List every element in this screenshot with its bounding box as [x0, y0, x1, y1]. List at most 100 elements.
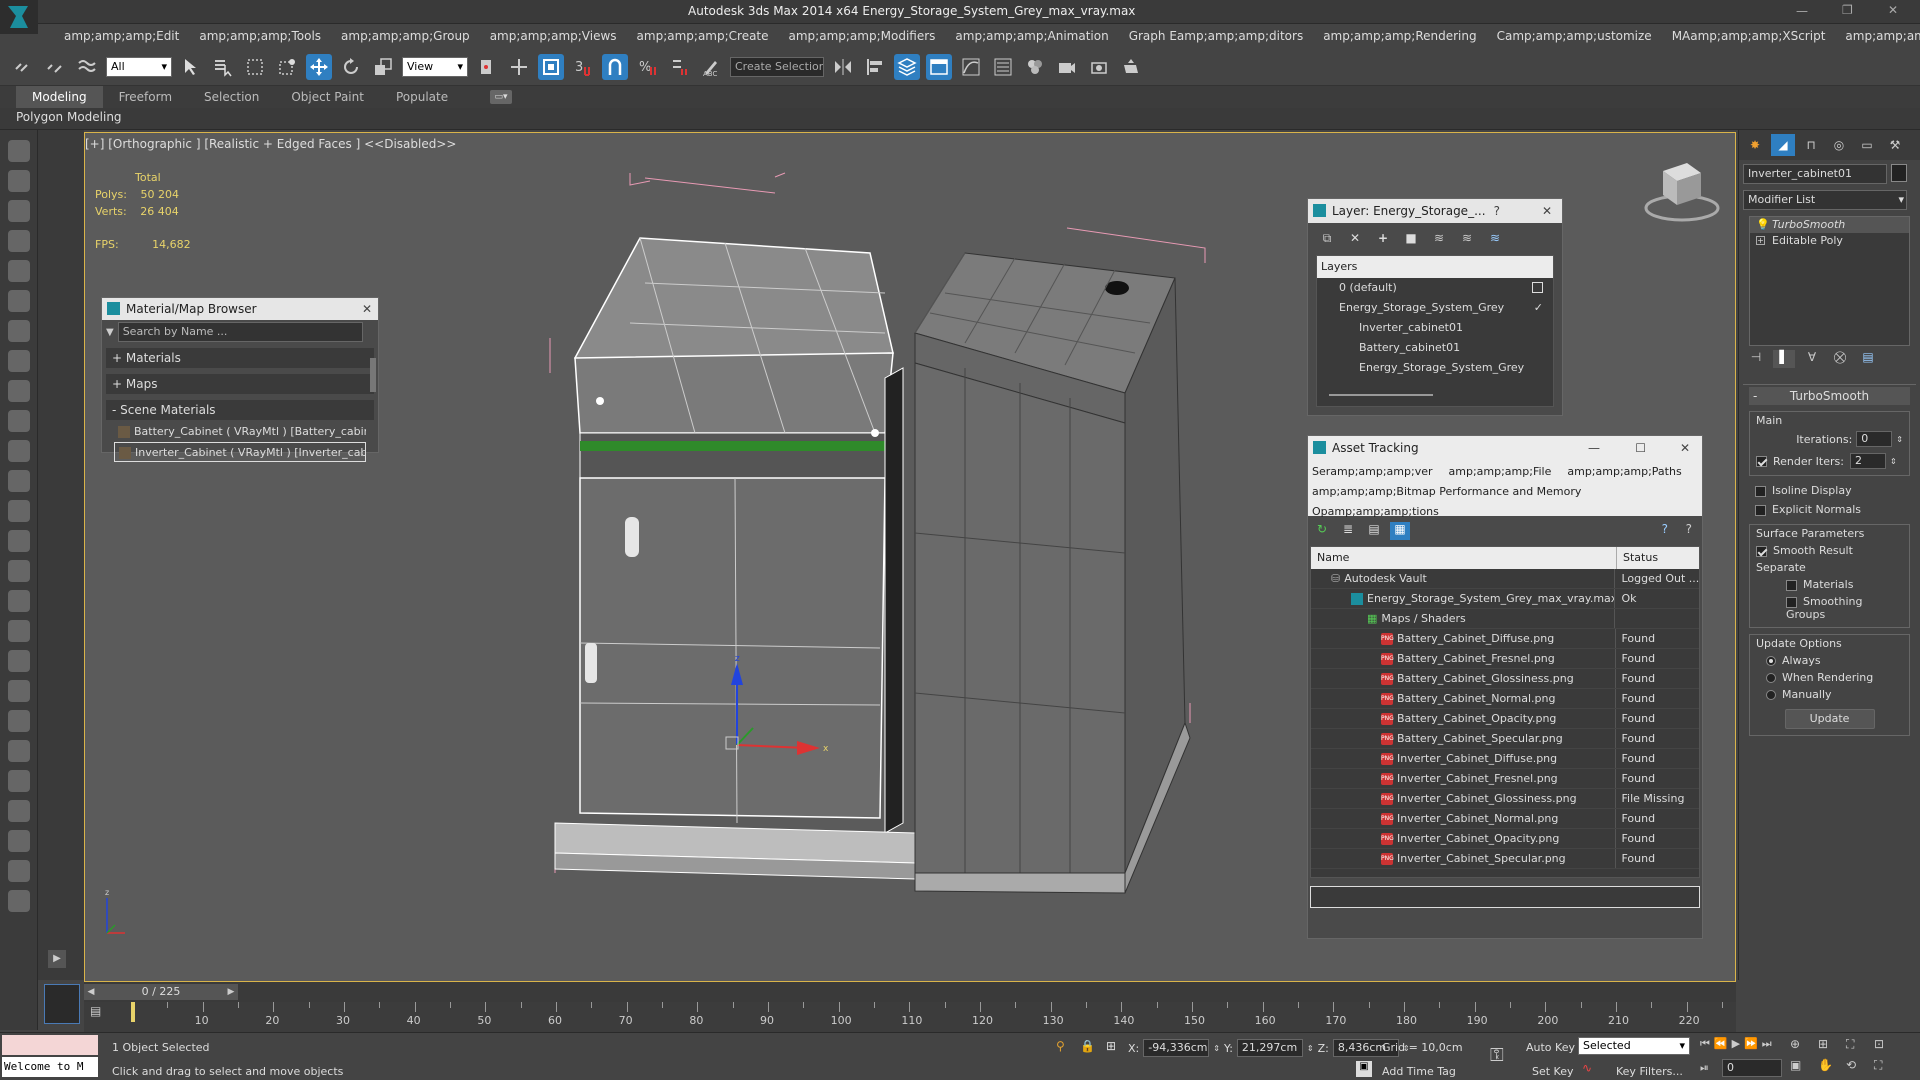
selection-filter-dropdown[interactable]: All ▾ — [106, 57, 172, 77]
battery-cabinet-model[interactable] — [914, 252, 1191, 894]
configure-modifier-sets-icon[interactable]: ▤ — [1857, 350, 1879, 368]
highlight-layer-icon[interactable]: ≋ — [1428, 227, 1450, 249]
hair-icon[interactable] — [7, 740, 30, 762]
layer-dialog-close-icon[interactable]: ✕ — [1542, 199, 1552, 223]
named-selection-sets-dropdown[interactable]: Create Selection Se▾ — [730, 57, 824, 77]
selection-lock-icon[interactable]: 🔒 — [1080, 1039, 1095, 1053]
key-filter-curve-icon[interactable]: ∿ — [1582, 1061, 1592, 1075]
update-manually-radio[interactable] — [1766, 690, 1776, 700]
play-icon[interactable]: ▶ — [1732, 1037, 1740, 1051]
lightbulb-icon[interactable]: 💡 — [1756, 217, 1770, 233]
menu-item[interactable]: amp;amp;amp;Group — [331, 24, 480, 48]
sphere-icon[interactable] — [7, 800, 30, 822]
asset-row[interactable]: PNG Inverter_Cabinet_Normal.png Found — [1311, 809, 1699, 829]
ribbon-tab[interactable]: Modeling — [16, 86, 103, 108]
layer-object-battery[interactable]: Battery_cabinet01 — [1317, 338, 1553, 358]
rectangular-selection-icon[interactable] — [242, 54, 268, 80]
material-editor-icon[interactable] — [1022, 54, 1048, 80]
object-name-input[interactable]: Inverter_cabinet01 — [1743, 164, 1887, 184]
asset-menu-item[interactable]: Seramp;amp;amp;ver — [1312, 462, 1433, 482]
time-slider-thumb[interactable]: 0 / 225 — [98, 984, 224, 1000]
asset-row[interactable]: Energy_Storage_System_Grey_max_vray.max O… — [1311, 589, 1699, 609]
table-view-icon[interactable]: ▤ — [1364, 522, 1384, 540]
material-browser-scrollbar[interactable] — [370, 358, 376, 392]
menu-item[interactable]: amp;amp;amp;Edit — [54, 24, 189, 48]
menu-item[interactable]: amp;amp;amp;Modifiers — [779, 24, 946, 48]
asset-maximize-icon[interactable]: ☐ — [1635, 436, 1646, 460]
current-frame-input[interactable]: 0 — [1722, 1059, 1782, 1077]
smooth-result-checkbox[interactable] — [1756, 545, 1767, 557]
separate-smoothing-groups-checkbox[interactable] — [1786, 596, 1797, 608]
layer-manager-icon[interactable] — [894, 54, 920, 80]
menu-item[interactable]: Camp;amp;amp;ustomize — [1487, 24, 1662, 48]
app-logo[interactable] — [0, 0, 38, 34]
ribbon-tab[interactable]: Populate — [380, 86, 464, 108]
show-end-result-icon[interactable]: ▌ — [1773, 350, 1795, 368]
y-spinner[interactable]: ⇕ — [1307, 1044, 1314, 1053]
render-iters-checkbox[interactable] — [1756, 455, 1767, 467]
orbit-icon[interactable]: ⟲ — [1846, 1058, 1874, 1073]
viewport-layout-thumb[interactable] — [44, 984, 80, 1024]
reference-coordinate-dropdown[interactable]: View ▾ — [402, 57, 468, 77]
time-tag-icon[interactable]: ▣ — [1356, 1061, 1372, 1077]
isolate-selection-icon[interactable]: ⚲ — [1056, 1039, 1065, 1053]
field-of-view-icon[interactable]: ▣ — [1790, 1058, 1818, 1073]
circle-icon[interactable] — [7, 440, 30, 462]
light-icon[interactable] — [7, 260, 30, 282]
render-icon[interactable] — [7, 170, 30, 192]
stack-item-turbosmooth[interactable]: 💡 TurboSmooth — [1750, 217, 1909, 233]
update-when-rendering-radio[interactable] — [1766, 673, 1776, 683]
asset-menu-item[interactable]: amp;amp;amp;Bitmap Performance and Memor… — [1312, 482, 1581, 502]
material-browser-titlebar[interactable]: Material/Map Browser ✕ — [102, 298, 378, 320]
gear-icon[interactable] — [7, 680, 30, 702]
zoom-extents-icon[interactable]: ⛶ — [1846, 1037, 1874, 1052]
update-button[interactable]: Update — [1784, 709, 1875, 729]
time-configuration-icon[interactable]: ⏯ — [1700, 1061, 1709, 1075]
render-production-icon[interactable] — [1118, 54, 1144, 80]
asset-row[interactable]: PNG Battery_Cabinet_Diffuse.png Found — [1311, 629, 1699, 649]
layer-help-icon[interactable]: ? — [1494, 199, 1500, 223]
menu-item[interactable]: amp;amp;amp;Views — [480, 24, 627, 48]
layers-hscrollbar[interactable] — [1329, 394, 1433, 396]
window-crossing-icon[interactable] — [274, 54, 300, 80]
zoom-all-icon[interactable]: ⊞ — [1818, 1037, 1846, 1052]
coins-icon[interactable] — [7, 770, 30, 792]
link-icon[interactable] — [10, 54, 36, 80]
asset-row[interactable]: ⛁ Autodesk Vault Logged Out ... — [1311, 569, 1699, 589]
asset-row[interactable]: PNG Battery_Cabinet_Normal.png Found — [1311, 689, 1699, 709]
asset-menu-item[interactable]: amp;amp;amp;File — [1449, 462, 1552, 482]
camera-icon[interactable] — [7, 350, 30, 372]
triangle-tool-icon[interactable] — [7, 650, 30, 672]
asset-row[interactable]: PNG Battery_Cabinet_Glossiness.png Found — [1311, 669, 1699, 689]
move-icon[interactable] — [306, 54, 332, 80]
percent-snap-icon[interactable]: % — [634, 54, 660, 80]
isoline-display-checkbox[interactable] — [1755, 485, 1766, 497]
add-to-layer-icon[interactable]: + — [1372, 227, 1394, 249]
asset-row[interactable]: PNG Inverter_Cabinet_Opacity.png Found — [1311, 829, 1699, 849]
asset-row[interactable]: ▦ Maps / Shaders — [1311, 609, 1699, 629]
bind-space-warp-icon[interactable] — [74, 54, 100, 80]
auto-key-button[interactable]: Auto Key — [1526, 1041, 1575, 1054]
menu-item[interactable]: Graph Eamp;amp;amp;ditors — [1119, 24, 1314, 48]
keyboard-shortcut-override-icon[interactable] — [538, 54, 564, 80]
x-spinner[interactable]: ⇕ — [1213, 1044, 1220, 1053]
effects-icon[interactable] — [7, 860, 30, 882]
layout-icon[interactable] — [7, 230, 30, 252]
menu-item[interactable]: amp;amp;amp;Help — [1835, 24, 1920, 48]
key-mode-dropdown[interactable]: Selected ▾ — [1578, 1037, 1690, 1055]
freeze-all-layers-icon[interactable]: ≋ — [1484, 227, 1506, 249]
previous-frame-icon[interactable]: ⏪ — [1714, 1037, 1728, 1051]
utilities-tab-icon[interactable]: ⚒ — [1883, 134, 1907, 156]
asset-row[interactable]: PNG Inverter_Cabinet_Glossiness.png File M… — [1311, 789, 1699, 809]
asset-help-2-icon[interactable]: ? — [1686, 522, 1692, 536]
rotate-view-icon[interactable] — [7, 320, 30, 342]
asset-minimize-icon[interactable]: — — [1588, 436, 1600, 460]
maximize-viewport-icon[interactable]: ⛶ — [1874, 1058, 1902, 1073]
modify-tab-icon[interactable]: ◢ — [1771, 134, 1795, 156]
maxscript-listener-input[interactable]: Welcome to M — [2, 1057, 98, 1077]
layer-object-inverter[interactable]: Inverter_cabinet01 — [1317, 318, 1553, 338]
separate-materials-checkbox[interactable] — [1786, 579, 1797, 591]
next-frame-icon[interactable]: ⏩ — [1744, 1037, 1758, 1051]
sun-icon[interactable] — [7, 530, 30, 552]
select-object-icon[interactable] — [178, 54, 204, 80]
